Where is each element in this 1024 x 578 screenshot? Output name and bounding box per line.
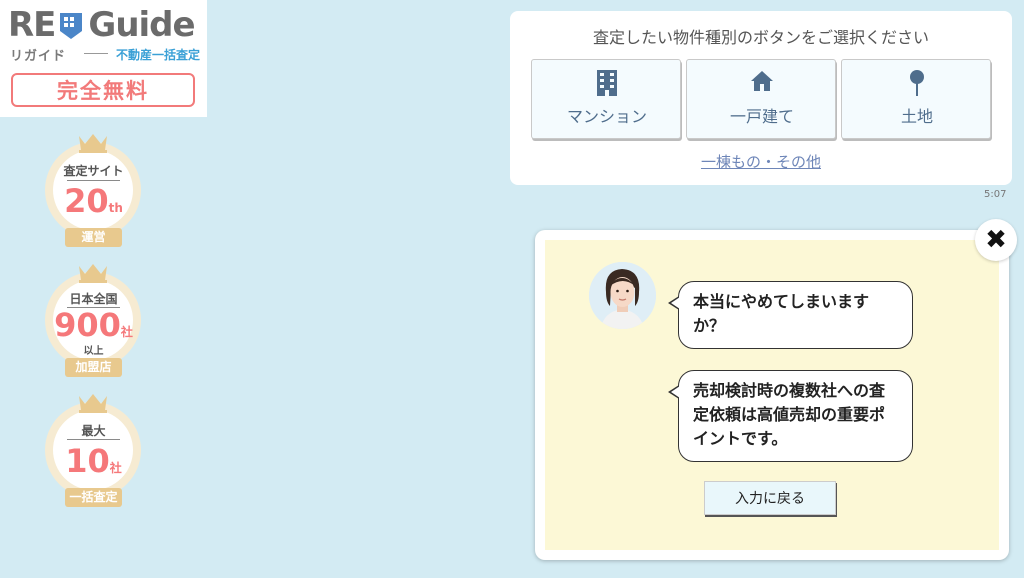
medal-divider bbox=[67, 180, 120, 181]
logo-re-text: RE bbox=[8, 5, 56, 45]
building-icon bbox=[532, 70, 682, 96]
land-button[interactable]: 土地 bbox=[841, 59, 991, 139]
logo-panel[interactable]: RE Guide リガイド 不動産一括査定 完全無料 bbox=[0, 0, 207, 117]
house-label: 一戸建て bbox=[729, 107, 794, 126]
house-button[interactable]: 一戸建て bbox=[686, 59, 836, 139]
logo-divider bbox=[84, 53, 108, 54]
medal-top-label: 査定サイト bbox=[63, 164, 124, 178]
medal-note: 以上 bbox=[83, 346, 104, 357]
panel-title: 査定したい物件種別のボタンをご選択ください bbox=[592, 28, 929, 47]
logo-subtitle: 不動産一括査定 bbox=[116, 48, 201, 62]
back-to-input-button[interactable]: 入力に戻る bbox=[704, 481, 836, 515]
close-icon[interactable]: ✖ bbox=[975, 219, 1017, 261]
logo-kana: リガイド bbox=[10, 49, 67, 64]
medal-divider bbox=[67, 439, 120, 440]
other-properties-link[interactable]: 一棟もの・その他 bbox=[510, 151, 1012, 172]
chat-bubble-confirm: 本当にやめてしまいますか？ bbox=[668, 281, 913, 349]
pin-icon bbox=[842, 70, 992, 96]
land-label: 土地 bbox=[900, 107, 933, 126]
medal-ribbon: 運営 bbox=[65, 228, 122, 247]
mansion-label: マンション bbox=[566, 107, 647, 126]
medal-top-label: 最大 bbox=[81, 424, 106, 438]
timestamp: 5:07 bbox=[984, 189, 1007, 200]
medal-number: 20th bbox=[64, 182, 123, 220]
logo-building-icon bbox=[60, 13, 83, 39]
house-icon bbox=[687, 70, 837, 92]
person-avatar-icon bbox=[589, 262, 656, 329]
property-type-panel: 査定したい物件種別のボタンをご選択ください マンション 一戸建て 土地 一棟もの… bbox=[510, 11, 1012, 185]
mansion-button[interactable]: マンション bbox=[531, 59, 681, 139]
logo-guide-text: Guide bbox=[88, 5, 195, 45]
operator-avatar bbox=[589, 262, 656, 329]
medal-ribbon: 加盟店 bbox=[65, 358, 122, 377]
medal-max: 最大 10社 一括査定 bbox=[37, 388, 150, 508]
medal-top-label: 日本全国 bbox=[69, 292, 118, 306]
medal-number: 10社 bbox=[65, 442, 122, 480]
medal-years: 査定サイト 20th 運営 bbox=[37, 128, 150, 248]
logo: RE Guide bbox=[8, 5, 196, 45]
medal-ribbon: 一括査定 bbox=[65, 488, 122, 507]
free-badge: 完全無料 bbox=[11, 73, 195, 107]
chat-bubble-advice: 売却検討時の複数社への査定依頼は高値売却の重要ポイントです。 bbox=[668, 370, 913, 462]
medal-members: 日本全国 900社 以上 加盟店 bbox=[37, 258, 150, 378]
